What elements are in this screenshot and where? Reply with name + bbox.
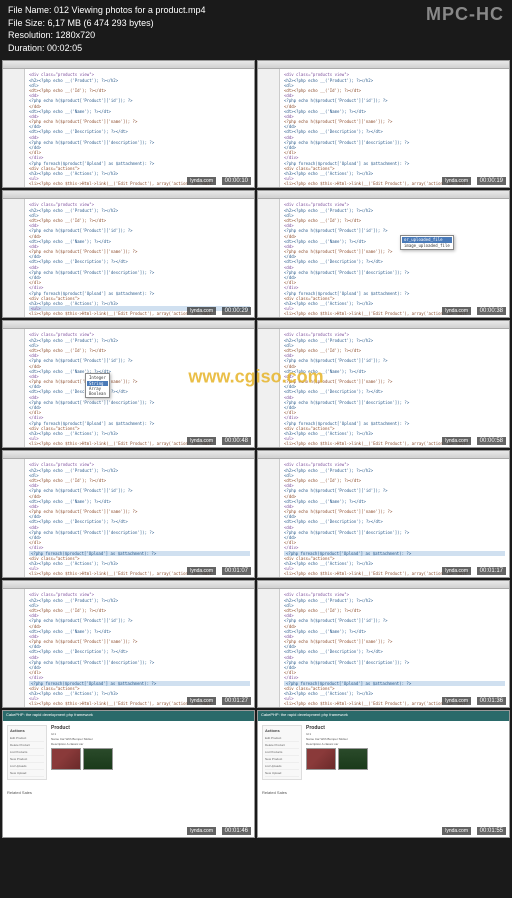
browser-header-bar: CakePHP: the rapid development php frame… <box>258 711 509 721</box>
editor-titlebar <box>258 191 509 199</box>
thumbnail-0[interactable]: <div class="products view"> <h2><?php ec… <box>2 60 255 188</box>
editor-sidebar <box>3 589 25 707</box>
timestamp-badge: 00:01:27 <box>222 697 251 705</box>
editor-sidebar <box>3 69 25 187</box>
sidebar-link[interactable]: Edit Product <box>10 735 44 742</box>
editor-titlebar <box>3 61 254 69</box>
sidebar-link[interactable]: List Products <box>10 749 44 756</box>
thumbnail-grid: <div class="products view"> <h2><?php ec… <box>0 58 512 840</box>
brand-badge: lynda.com <box>187 827 216 835</box>
thumbnail-11[interactable]: CakePHP: the rapid development php frame… <box>257 710 510 838</box>
thumbnail-5[interactable]: <div class="products view"> <h2><?php ec… <box>257 320 510 448</box>
editor-sidebar <box>258 589 280 707</box>
file-info-header: File Name: 012 Viewing photos for a prod… <box>0 0 512 58</box>
timestamp-badge: 00:00:19 <box>477 177 506 185</box>
thumbnail-2[interactable]: <div class="products view"> <h2><?php ec… <box>2 190 255 318</box>
brand-badge: lynda.com <box>187 567 216 575</box>
editor-sidebar <box>3 459 25 577</box>
thumbnail-6[interactable]: <div class="products view"> <h2><?php ec… <box>2 450 255 578</box>
code-area: <div class="products view"> <h2><?php ec… <box>280 329 509 447</box>
editor-sidebar <box>258 69 280 187</box>
product-view: ProductId 1Name Car With Bumper StickerD… <box>51 725 250 780</box>
brand-badge: lynda.com <box>442 567 471 575</box>
thumbnail-10[interactable]: CakePHP: the rapid development php frame… <box>2 710 255 838</box>
code-area: <div class="products view"> <h2><?php ec… <box>25 69 254 187</box>
editor-titlebar <box>258 581 509 589</box>
thumbnail-9[interactable]: <div class="products view"> <h2><?php ec… <box>257 580 510 708</box>
thumbnail-7[interactable]: <div class="products view"> <h2><?php ec… <box>257 450 510 578</box>
editor-titlebar <box>3 191 254 199</box>
timestamp-badge: 00:00:29 <box>222 307 251 315</box>
thumbnail-1[interactable]: <div class="products view"> <h2><?php ec… <box>257 60 510 188</box>
timestamp-badge: 00:00:38 <box>477 307 506 315</box>
timestamp-badge: 00:00:58 <box>477 437 506 445</box>
code-area: <div class="products view"> <h2><?php ec… <box>25 329 254 447</box>
editor-titlebar <box>3 451 254 459</box>
code-area: <div class="products view"> <h2><?php ec… <box>280 589 509 707</box>
browser-header-bar: CakePHP: the rapid development php frame… <box>3 711 254 721</box>
editor-sidebar <box>258 329 280 447</box>
file-metadata: File Name: 012 Viewing photos for a prod… <box>8 4 205 54</box>
product-view: ProductId 1Name Car With Bumper StickerD… <box>306 725 505 780</box>
brand-badge: lynda.com <box>187 177 216 185</box>
editor-titlebar <box>258 321 509 329</box>
brand-badge: lynda.com <box>442 827 471 835</box>
autocomplete-popup[interactable]: or_uploaded_fileimage_uploaded_file <box>400 235 454 249</box>
timestamp-badge: 00:01:17 <box>477 567 506 575</box>
timestamp-badge: 00:00:10 <box>222 177 251 185</box>
thumbnail-8[interactable]: <div class="products view"> <h2><?php ec… <box>2 580 255 708</box>
editor-sidebar <box>3 199 25 317</box>
timestamp-badge: 00:01:55 <box>477 827 506 835</box>
actions-sidebar: ActionsEdit ProductDelete ProductList Pr… <box>7 725 47 780</box>
editor-sidebar <box>258 199 280 317</box>
thumbnail-3[interactable]: <div class="products view"> <h2><?php ec… <box>257 190 510 318</box>
editor-sidebar <box>3 329 25 447</box>
brand-badge: lynda.com <box>442 697 471 705</box>
sidebar-link[interactable]: List Uploads <box>10 763 44 770</box>
code-area: <div class="products view"> <h2><?php ec… <box>25 199 254 317</box>
editor-titlebar <box>258 451 509 459</box>
timestamp-badge: 00:00:48 <box>222 437 251 445</box>
sidebar-link[interactable]: New Product <box>265 756 299 763</box>
timestamp-badge: 00:01:46 <box>222 827 251 835</box>
autocomplete-popup[interactable]: IntegerStringArrayBoolean <box>85 373 110 398</box>
code-area: <div class="products view"> <h2><?php ec… <box>280 459 509 577</box>
thumbnail-4[interactable]: <div class="products view"> <h2><?php ec… <box>2 320 255 448</box>
brand-badge: lynda.com <box>442 177 471 185</box>
brand-badge: lynda.com <box>187 307 216 315</box>
code-area: <div class="products view"> <h2><?php ec… <box>25 459 254 577</box>
code-area: <div class="products view"> <h2><?php ec… <box>25 589 254 707</box>
code-area: <div class="products view"> <h2><?php ec… <box>280 69 509 187</box>
code-area: <div class="products view"> <h2><?php ec… <box>280 199 509 317</box>
product-photo-car[interactable] <box>306 748 336 770</box>
editor-sidebar <box>258 459 280 577</box>
sidebar-link[interactable]: New Product <box>10 756 44 763</box>
product-photo-car[interactable] <box>51 748 81 770</box>
brand-badge: lynda.com <box>187 437 216 445</box>
timestamp-badge: 00:01:07 <box>222 567 251 575</box>
brand-badge: lynda.com <box>187 697 216 705</box>
product-photo-forest[interactable] <box>83 748 113 770</box>
timestamp-badge: 00:01:36 <box>477 697 506 705</box>
sidebar-link[interactable]: Delete Product <box>265 742 299 749</box>
editor-titlebar <box>3 321 254 329</box>
actions-sidebar: ActionsEdit ProductDelete ProductList Pr… <box>262 725 302 780</box>
sidebar-link[interactable]: List Products <box>265 749 299 756</box>
sidebar-link[interactable]: New Upload <box>10 770 44 777</box>
sidebar-link[interactable]: List Uploads <box>265 763 299 770</box>
brand-badge: lynda.com <box>442 437 471 445</box>
sidebar-link[interactable]: Delete Product <box>10 742 44 749</box>
editor-titlebar <box>258 61 509 69</box>
product-photo-forest[interactable] <box>338 748 368 770</box>
brand-badge: lynda.com <box>442 307 471 315</box>
sidebar-link[interactable]: New Upload <box>265 770 299 777</box>
sidebar-link[interactable]: Edit Product <box>265 735 299 742</box>
editor-titlebar <box>3 581 254 589</box>
player-logo: MPC-HC <box>426 4 504 25</box>
